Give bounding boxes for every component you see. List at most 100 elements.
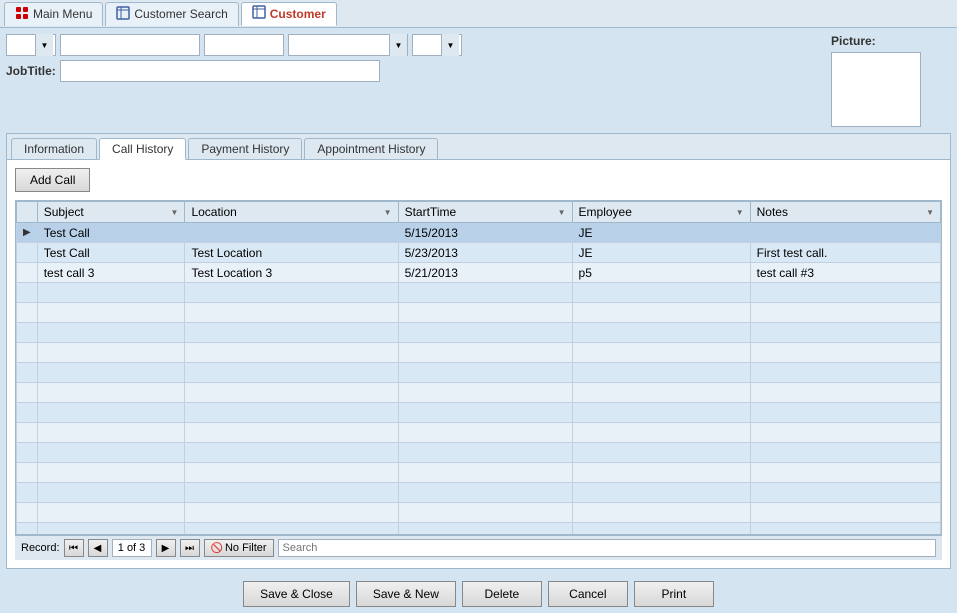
data-table-wrapper[interactable]: Subject ▼ Location ▼ [15, 200, 942, 535]
col-indicator [17, 202, 38, 223]
tab-main-menu-label: Main Menu [33, 7, 92, 21]
col-notes[interactable]: Notes ▼ [750, 202, 940, 223]
cell-notes [750, 223, 940, 243]
last-record-button[interactable]: ⏭ [180, 539, 200, 557]
cell-subject: Test Call [37, 243, 185, 263]
suffix-combo-arrow[interactable]: ▼ [441, 34, 459, 56]
empty-row [17, 323, 941, 343]
table-row[interactable]: test call 3Test Location 35/21/2013p5tes… [17, 263, 941, 283]
col-subject[interactable]: Subject ▼ [37, 202, 185, 223]
picture-area: Picture: [831, 34, 951, 127]
header-form: ▼ Test Customer ▼ ▼ JobTitle: [6, 34, 951, 127]
location-sort-icon: ▼ [384, 208, 392, 217]
row-indicator [17, 263, 38, 283]
panel-content: Add Call Subject ▼ [7, 160, 950, 568]
record-position-input[interactable] [112, 539, 152, 557]
cell-location: Test Location [185, 243, 398, 263]
empty-row [17, 363, 941, 383]
cell-subject: Test Call [37, 223, 185, 243]
suffix-combo[interactable]: ▼ [412, 34, 462, 56]
col-starttime[interactable]: StartTime ▼ [398, 202, 572, 223]
cell-starttime: 5/23/2013 [398, 243, 572, 263]
table-icon-customer [252, 5, 266, 22]
empty-row [17, 503, 941, 523]
filter-icon: 🚫 [211, 543, 223, 554]
row-indicator [17, 243, 38, 263]
middle-name-input[interactable] [204, 34, 284, 56]
print-button[interactable]: Print [634, 581, 714, 607]
tab-customer-search[interactable]: Customer Search [105, 2, 238, 26]
employee-sort-icon: ▼ [736, 208, 744, 217]
cell-starttime: 5/21/2013 [398, 263, 572, 283]
main-content: ▼ Test Customer ▼ ▼ JobTitle: [0, 28, 957, 575]
prefix-combo[interactable]: ▼ [6, 34, 56, 56]
cell-location [185, 223, 398, 243]
empty-row [17, 483, 941, 503]
notes-sort-icon: ▼ [926, 208, 934, 217]
tab-payment-history[interactable]: Payment History [188, 138, 302, 159]
save-new-button[interactable]: Save & New [356, 581, 456, 607]
cell-subject: test call 3 [37, 263, 185, 283]
tab-customer[interactable]: Customer [241, 2, 337, 26]
empty-row [17, 463, 941, 483]
jobtitle-row: JobTitle: [6, 60, 825, 82]
cell-location: Test Location 3 [185, 263, 398, 283]
col-location[interactable]: Location ▼ [185, 202, 398, 223]
search-input[interactable] [278, 539, 936, 557]
cell-employee: JE [572, 223, 750, 243]
save-close-button[interactable]: Save & Close [243, 581, 350, 607]
customer-type-input[interactable]: Customer [289, 35, 389, 55]
empty-row [17, 443, 941, 463]
prefix-combo-arrow[interactable]: ▼ [35, 34, 53, 56]
first-name-input[interactable]: Test [60, 34, 200, 56]
footer-bar: Save & Close Save & New Delete Cancel Pr… [0, 575, 957, 613]
record-label: Record: [21, 542, 60, 554]
customer-type-arrow[interactable]: ▼ [389, 34, 407, 56]
empty-row [17, 403, 941, 423]
delete-button[interactable]: Delete [462, 581, 542, 607]
empty-row [17, 283, 941, 303]
cell-notes: First test call. [750, 243, 940, 263]
no-filter-label: No Filter [225, 542, 267, 554]
jobtitle-input[interactable] [60, 60, 380, 82]
subject-sort-icon: ▼ [171, 208, 179, 217]
empty-row [17, 423, 941, 443]
prev-record-button[interactable]: ◀ [88, 539, 108, 557]
table-row[interactable]: ▶Test Call5/15/2013JE [17, 223, 941, 243]
cancel-button[interactable]: Cancel [548, 581, 628, 607]
picture-label: Picture: [831, 34, 876, 48]
customer-type-combo[interactable]: Customer ▼ [288, 34, 408, 56]
suffix-input[interactable] [413, 35, 441, 55]
tab-call-history[interactable]: Call History [99, 138, 186, 160]
picture-box[interactable] [831, 52, 921, 127]
empty-row [17, 303, 941, 323]
cell-employee: p5 [572, 263, 750, 283]
inner-panel: Information Call History Payment History… [6, 133, 951, 569]
empty-row [17, 383, 941, 403]
prefix-input[interactable] [7, 35, 35, 55]
table-row[interactable]: Test CallTest Location5/23/2013JEFirst t… [17, 243, 941, 263]
first-record-button[interactable]: ⏮ [64, 539, 84, 557]
empty-row [17, 523, 941, 536]
title-bar: Main Menu Customer Search Customer [0, 0, 957, 28]
tab-main-menu[interactable]: Main Menu [4, 2, 103, 26]
tab-customer-search-label: Customer Search [134, 7, 227, 21]
tab-customer-label: Customer [270, 7, 326, 21]
col-employee[interactable]: Employee ▼ [572, 202, 750, 223]
header-form-fields: ▼ Test Customer ▼ ▼ JobTitle: [6, 34, 825, 82]
starttime-sort-icon: ▼ [558, 208, 566, 217]
grid-icon [15, 6, 29, 23]
call-history-table: Subject ▼ Location ▼ [16, 201, 941, 535]
empty-row [17, 343, 941, 363]
tab-information[interactable]: Information [11, 138, 97, 159]
jobtitle-label: JobTitle: [6, 64, 56, 78]
name-row: ▼ Test Customer ▼ ▼ [6, 34, 825, 56]
next-record-button[interactable]: ▶ [156, 539, 176, 557]
table-icon-search [116, 6, 130, 23]
tab-appointment-history[interactable]: Appointment History [304, 138, 438, 159]
cell-notes: test call #3 [750, 263, 940, 283]
status-bar: Record: ⏮ ◀ ▶ ⏭ 🚫 No Filter [15, 535, 942, 560]
add-call-button[interactable]: Add Call [15, 168, 90, 192]
panel-tabs: Information Call History Payment History… [7, 134, 950, 160]
no-filter-button[interactable]: 🚫 No Filter [204, 539, 274, 557]
